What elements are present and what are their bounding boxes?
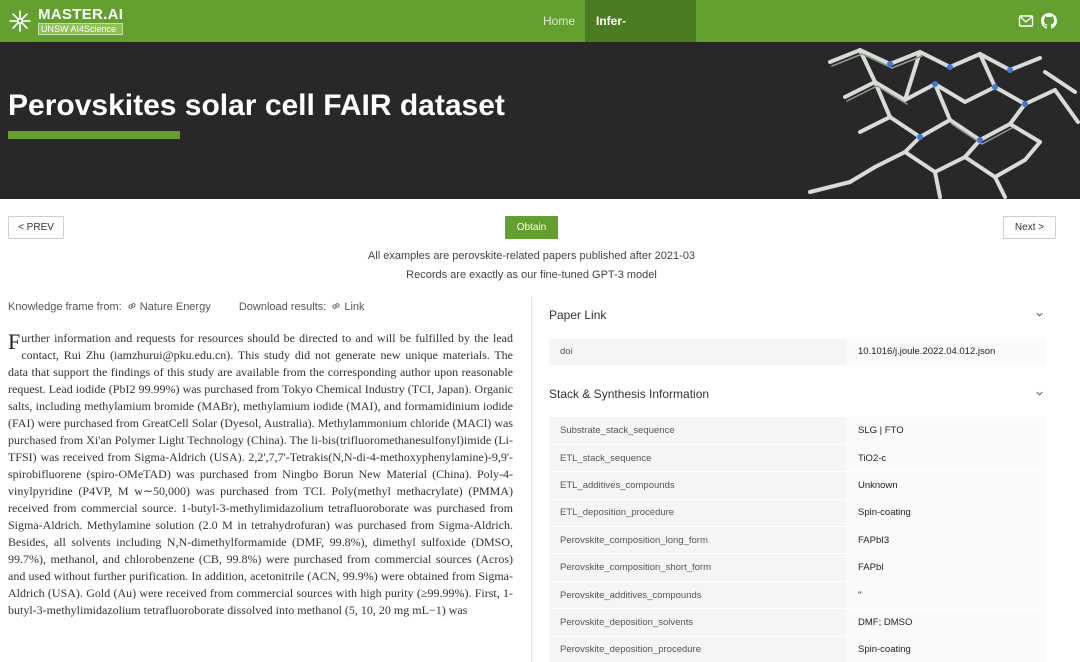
field-value: SLG | FTO [846,417,1046,445]
table-row: Perovskite_composition_long_form FAPbI3 [549,526,1046,555]
table-row: ETL_additives_compounds Unknown [549,471,1046,500]
field-value: Unknown [846,471,1046,500]
title-underline [8,131,180,139]
field-value: 10.1016/j.joule.2022.04.012.json [846,339,1046,366]
table-row: doi 10.1016/j.joule.2022.04.012.json [549,339,1046,366]
field-key: Perovskite_composition_long_form [549,526,846,555]
field-value: Spin-coating [846,636,1046,662]
nav-infer-information[interactable]: Infer-Information [585,0,696,70]
field-key: ETL_additives_compounds [549,471,846,500]
field-value: TiO2-c [846,444,1046,473]
field-value: FAPbI3 [846,526,1046,555]
field-key: doi [549,339,846,366]
nature-energy-link[interactable]: Nature Energy [140,301,211,313]
pane-divider [531,297,532,662]
field-key: Substrate_stack_sequence [549,417,846,445]
table-row: Perovskite_deposition_procedure Spin-coat… [549,636,1046,662]
field-key: Perovskite_deposition_solvents [549,608,846,637]
field-key: ETL_deposition_procedure [549,499,846,528]
table-row: Perovskite_additives_compounds '' [549,581,1046,610]
paper-link-table: doi 10.1016/j.joule.2022.04.012.json [549,339,1046,366]
field-key: Perovskite_composition_short_form [549,553,846,582]
notice-line-1: All examples are perovskite-related pape… [367,250,696,262]
github-icon[interactable] [1041,13,1057,29]
next-button[interactable]: Next > [1003,216,1056,239]
link-icon [128,303,136,309]
brand-title: MASTER.AI [38,6,124,23]
stack-section-header[interactable]: Stack & Synthesis Information [549,387,1046,401]
link-icon [332,303,340,309]
notice-line-2: Records are exactly as our fine-tuned GP… [406,269,657,281]
stack-section-title: Stack & Synthesis Information [549,387,710,401]
mail-icon[interactable] [1018,13,1034,29]
table-row: Perovskite_deposition_solvents DMF; DMSO [549,608,1046,637]
field-value: '' [846,581,1046,610]
paper-text-body: urther information and requests for reso… [8,331,513,617]
chevron-down-icon[interactable] [1035,310,1044,319]
table-row: Perovskite_composition_short_form FAPbI [549,553,1046,582]
knowledge-frame-label: Knowledge frame from: [8,301,122,313]
download-results-label: Download results: [238,301,327,313]
paper-link-title: Paper Link [549,308,607,322]
field-key: ETL_stack_sequence [549,444,846,473]
molecule-structure-image [808,47,1080,199]
obtain-button[interactable]: Obtain [505,216,558,239]
page-title: Perovskites solar cell FAIR dataset [8,89,505,122]
paper-text: Further information and requests for res… [8,330,513,662]
table-row: ETL_deposition_procedure Spin-coating [549,499,1046,528]
brand-logo-icon [9,10,31,32]
nav-home[interactable]: Home [532,0,585,42]
table-row: Substrate_stack_sequence SLG | FTO [549,417,1046,445]
field-key: Perovskite_additives_compounds [549,581,846,610]
brand-subtitle: UNSW AI4Science [38,23,124,35]
chevron-down-icon[interactable] [1035,389,1044,398]
paper-link-section-header[interactable]: Paper Link [549,308,1046,322]
table-row: ETL_stack_sequence TiO2-c [549,444,1046,473]
field-key: Perovskite_deposition_procedure [549,636,846,662]
top-navbar: MASTER.AI UNSW AI4Science Home Infer-Inf… [0,0,1080,70]
dropcap-letter: F [8,330,21,354]
field-value: FAPbI [846,553,1046,582]
download-link[interactable]: Link [344,301,364,313]
prev-button[interactable]: < PREV [8,216,64,239]
brand[interactable]: MASTER.AI UNSW AI4Science [8,5,124,37]
field-value: DMF; DMSO [846,608,1046,637]
hero-banner: Perovskites solar cell FAIR dataset [0,42,1080,199]
field-value: Spin-coating [846,499,1046,528]
stack-info-table: Substrate_stack_sequence SLG | FTO ETL_st… [549,417,1046,662]
source-meta: Knowledge frame from: Nature Energy Down… [8,301,365,313]
